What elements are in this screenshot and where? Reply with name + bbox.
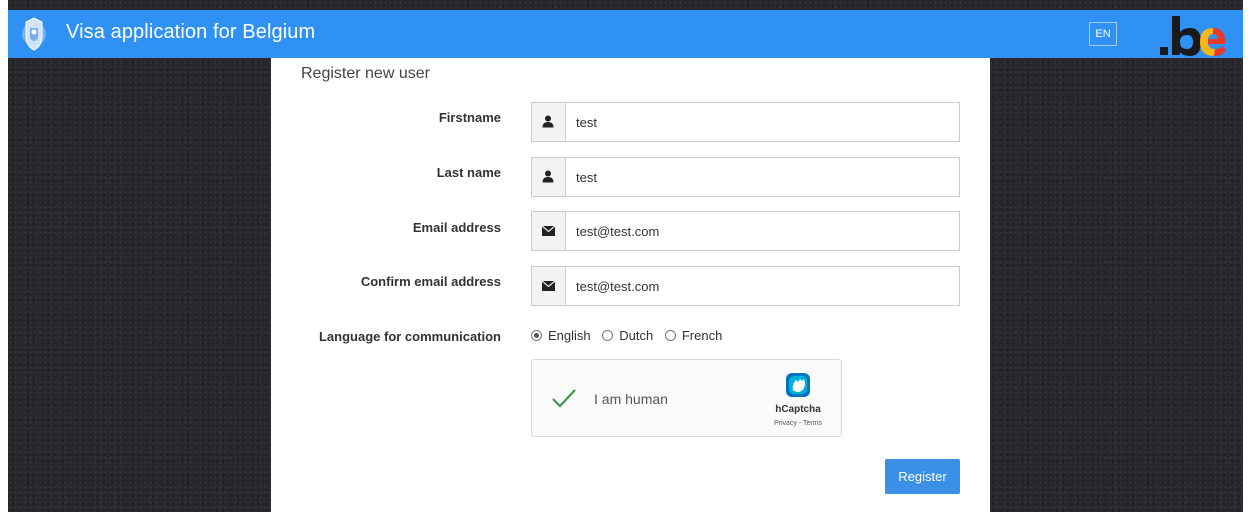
header-bar: Visa application for Belgium EN: [8, 10, 1243, 58]
captcha-label: I am human: [594, 391, 668, 407]
coat-of-arms-icon: [22, 17, 46, 51]
radio-label-dutch: Dutch: [619, 328, 654, 344]
envelope-icon: [532, 267, 566, 305]
confirm-email-input[interactable]: [566, 267, 956, 305]
confirm-email-label: Confirm email address: [360, 274, 501, 289]
app-title: Visa application for Belgium: [66, 21, 316, 43]
hcaptcha-widget[interactable]: I am human hCaptcha Privacy - Terms: [531, 359, 842, 437]
lastname-input[interactable]: [566, 158, 956, 196]
radio-french[interactable]: French: [664, 328, 723, 344]
firstname-label: Firstname: [438, 110, 501, 125]
hcaptcha-logo-icon: [786, 373, 810, 397]
radio-english[interactable]: English: [531, 328, 591, 343]
user-icon: [532, 103, 566, 141]
language-label: Language for communication: [318, 329, 501, 344]
email-label: Email address: [412, 220, 501, 235]
email-input[interactable]: [566, 212, 956, 250]
user-icon: [532, 158, 566, 196]
confirm-email-field: [531, 266, 960, 306]
form-title: Register new user: [301, 65, 430, 82]
firstname-input[interactable]: [566, 103, 956, 141]
be-logo[interactable]: [1160, 12, 1228, 58]
registration-panel: Register new user Firstname Last name Em…: [271, 58, 990, 512]
radio-label-french: French: [681, 328, 723, 344]
hcaptcha-links[interactable]: Privacy - Terms: [766, 420, 830, 427]
email-field: [531, 211, 960, 251]
firstname-field: [531, 102, 960, 142]
lastname-field: [531, 157, 960, 197]
radio-label-english: English: [548, 328, 591, 344]
hcaptcha-brand: hCaptcha: [775, 404, 821, 415]
language-selector-button[interactable]: EN: [1089, 22, 1117, 46]
lastname-label: Last name: [436, 165, 501, 180]
radio-button[interactable]: [602, 330, 614, 342]
radio-button-checked[interactable]: [531, 330, 542, 342]
radio-dutch[interactable]: Dutch: [602, 328, 653, 343]
envelope-icon: [532, 212, 566, 250]
radio-button[interactable]: [664, 330, 676, 342]
checkmark-icon[interactable]: [551, 388, 577, 408]
language-radio-group: English Dutch French: [531, 327, 730, 347]
register-button[interactable]: Register: [885, 459, 960, 494]
